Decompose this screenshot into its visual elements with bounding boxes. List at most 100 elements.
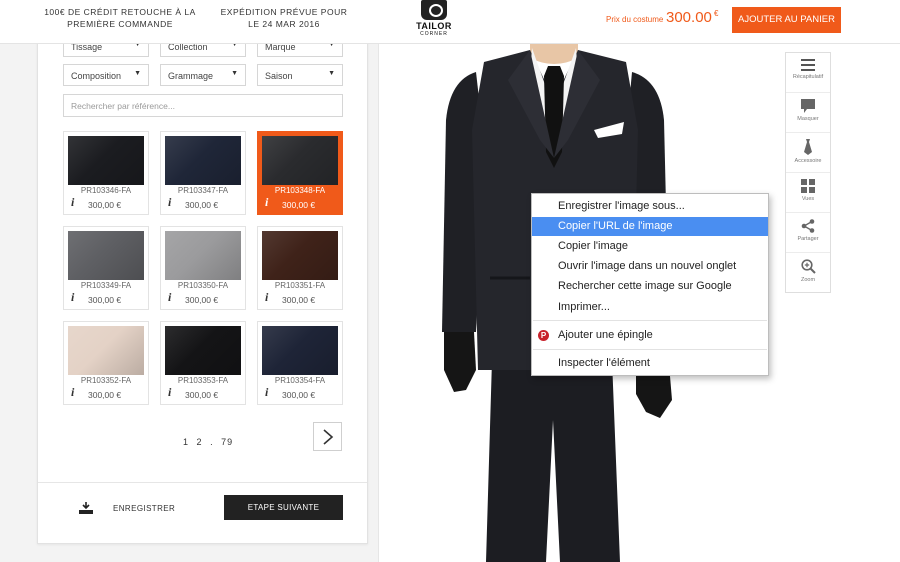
reference-search-input[interactable] [63, 94, 343, 117]
fabric-price: 300,00 € [88, 200, 122, 210]
price-label: Prix du costume [606, 15, 664, 24]
menu-item-inspect[interactable]: Inspecter l'élément [532, 354, 768, 373]
fabric-code: PR103347-FA [177, 186, 229, 195]
info-icon[interactable]: i [265, 195, 268, 210]
toolbar-label: Zoom [800, 277, 816, 283]
menu-separator [533, 320, 767, 321]
toolbar-accessory[interactable]: Accessoire [786, 133, 830, 173]
fabric-image [68, 231, 144, 280]
fabric-image [262, 231, 338, 280]
fabric-code: PR103353-FA [177, 376, 229, 385]
fabric-price: 300,00 € [282, 390, 316, 400]
fabric-swatch[interactable]: PR103347-FA i 300,00 € [160, 131, 246, 215]
menu-item-save-image[interactable]: Enregistrer l'image sous... [532, 197, 768, 216]
fabric-code: PR103351-FA [274, 281, 326, 290]
menu-icon [801, 59, 815, 71]
grid-icon [801, 179, 815, 193]
caret-down-icon: ▼ [134, 70, 141, 77]
filter-composition[interactable]: Composition ▼ [63, 64, 149, 86]
save-button[interactable]: ENREGISTRER [113, 504, 175, 513]
fabric-price: 300,00 € [185, 295, 219, 305]
caret-down-icon: ▼ [328, 70, 335, 77]
tie-icon [804, 139, 812, 155]
add-to-cart-button[interactable]: AJOUTER AU PANIER [732, 7, 841, 33]
page-link[interactable]: 79 [221, 437, 233, 447]
fabric-swatch[interactable]: PR103352-FA i 300,00 € [63, 321, 149, 405]
fabric-image [68, 136, 144, 185]
fabric-swatch[interactable]: PR103350-FA i 300,00 € [160, 226, 246, 310]
filter-label: Composition [71, 71, 122, 81]
fabric-swatch-selected[interactable]: PR103348-FA i 300,00 € [257, 131, 343, 215]
info-icon[interactable]: i [168, 290, 171, 305]
fabric-code: PR103349-FA [80, 281, 132, 290]
logo-subtext: CORNER [420, 31, 448, 37]
menu-item-label: Ajouter une épingle [558, 329, 653, 341]
info-icon[interactable]: i [265, 385, 268, 400]
toolbar-summary[interactable]: Récapitulatif [786, 53, 830, 93]
glove-right [636, 376, 672, 418]
fabric-code: PR103348-FA [274, 186, 326, 195]
pinterest-icon: P [538, 330, 549, 341]
view-toolbar: Récapitulatif Masquer Accessoire Vues Pa… [785, 52, 831, 293]
fabric-price: 300,00 € [88, 295, 122, 305]
next-step-button[interactable]: ETAPE SUIVANTE [224, 495, 343, 520]
chevron-right-icon [322, 429, 333, 445]
menu-separator [533, 349, 767, 350]
share-icon [801, 219, 815, 233]
info-icon[interactable]: i [168, 195, 171, 210]
menu-item-open-image-new-tab[interactable]: Ouvrir l'image dans un nouvel onglet [532, 257, 768, 276]
menu-item-copy-image[interactable]: Copier l'image [532, 237, 768, 256]
menu-item-search-image-google[interactable]: Rechercher cette image sur Google [532, 277, 768, 296]
fabric-image [165, 136, 241, 185]
price-currency: € [714, 9, 719, 18]
divider [38, 482, 367, 483]
toolbar-label: Récapitulatif [792, 74, 824, 80]
info-icon[interactable]: i [71, 385, 74, 400]
pagination: 1 2 . 79 [183, 437, 237, 447]
toolbar-share[interactable]: Partager [786, 213, 830, 253]
download-icon[interactable] [78, 501, 94, 515]
filter-label: Saison [265, 71, 293, 81]
speech-icon [801, 99, 815, 113]
fabric-swatch[interactable]: PR103354-FA i 300,00 € [257, 321, 343, 405]
fabric-price: 300,00 € [282, 200, 316, 210]
promo-credit: 100€ DE CRÉDIT RETOUCHE À LA PREMIÈRE CO… [44, 7, 196, 29]
menu-item-copy-image-url[interactable]: Copier l'URL de l'image [532, 217, 768, 236]
toolbar-hide[interactable]: Masquer [786, 93, 830, 133]
info-icon[interactable]: i [265, 290, 268, 305]
page-link[interactable]: 2 [197, 437, 203, 447]
toolbar-label: Accessoire [794, 158, 822, 164]
filter-saison[interactable]: Saison ▼ [257, 64, 343, 86]
fabric-swatch[interactable]: PR103346-FA i 300,00 € [63, 131, 149, 215]
menu-item-pin-it[interactable]: P Ajouter une épingle [532, 326, 768, 345]
info-icon[interactable]: i [71, 290, 74, 305]
info-icon[interactable]: i [71, 195, 74, 210]
fabric-image [165, 326, 241, 375]
fabric-panel: Tissage ▼ Collection ▼ Marque ▼ Composit… [37, 20, 368, 544]
toolbar-zoom[interactable]: Zoom [786, 253, 830, 293]
fabric-price: 300,00 € [185, 200, 219, 210]
fabric-swatch[interactable]: PR103351-FA i 300,00 € [257, 226, 343, 310]
toolbar-label: Partager [797, 236, 819, 242]
logo-text: TAILOR [416, 21, 452, 31]
fabric-swatch[interactable]: PR103349-FA i 300,00 € [63, 226, 149, 310]
menu-item-print[interactable]: Imprimer... [532, 298, 768, 317]
filter-label: Grammage [168, 71, 214, 81]
next-page-button[interactable] [313, 422, 342, 451]
fabric-price: 300,00 € [88, 390, 122, 400]
fabric-price: 300,00 € [282, 295, 316, 305]
trousers [486, 360, 620, 562]
logo[interactable]: TAILOR CORNER [410, 0, 458, 40]
toolbar-views[interactable]: Vues [786, 173, 830, 213]
zoom-icon [800, 259, 816, 274]
info-icon[interactable]: i [168, 385, 171, 400]
price-value: 300.00 [666, 9, 712, 26]
fabric-image [68, 326, 144, 375]
filter-grammage[interactable]: Grammage ▼ [160, 64, 246, 86]
page-link[interactable]: 1 [183, 437, 189, 447]
toolbar-label: Masquer [797, 116, 819, 122]
fabric-image [165, 231, 241, 280]
promo-shipping: EXPÉDITION PRÉVUE POUR LE 24 MAR 2016 [220, 7, 348, 29]
fabric-swatch[interactable]: PR103353-FA i 300,00 € [160, 321, 246, 405]
header: 100€ DE CRÉDIT RETOUCHE À LA PREMIÈRE CO… [0, 0, 900, 44]
